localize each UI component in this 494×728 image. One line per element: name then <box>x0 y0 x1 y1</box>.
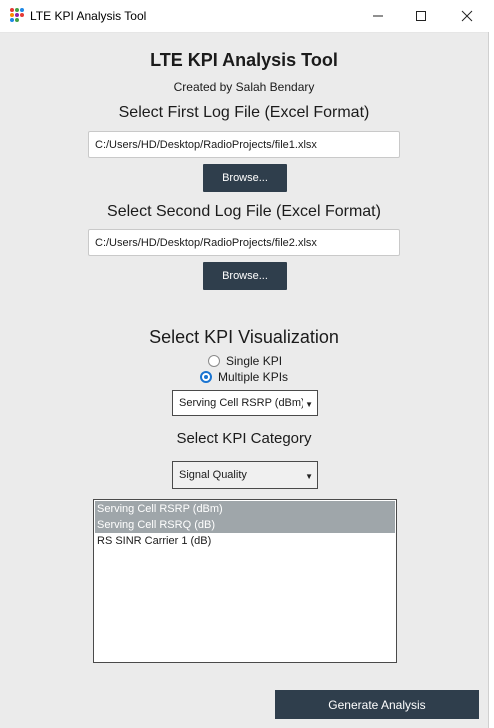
list-item[interactable]: Serving Cell RSRP (dBm) <box>95 501 395 517</box>
dropdown-arrow-icon: ▼ <box>305 472 313 481</box>
category-select-value: Signal Quality <box>179 469 247 481</box>
category-heading: Select KPI Category <box>176 430 312 447</box>
category-select-dropdown[interactable]: Signal Quality ▼ <box>172 461 318 489</box>
close-button[interactable] <box>444 0 490 32</box>
dropdown-arrow-icon: ▼ <box>305 400 313 409</box>
main-panel: LTE KPI Analysis Tool Created by Salah B… <box>0 33 488 728</box>
window-title: LTE KPI Analysis Tool <box>30 9 147 23</box>
file2-heading: Select Second Log File (Excel Format) <box>107 203 381 220</box>
maximize-icon <box>416 11 426 21</box>
list-item[interactable]: RS SINR Carrier 1 (dB) <box>95 533 395 549</box>
file1-path-input[interactable] <box>88 131 400 158</box>
minimize-button[interactable] <box>355 0 401 32</box>
radio-single-kpi-label: Single KPI <box>226 354 283 368</box>
minimize-icon <box>373 15 383 17</box>
file2-path-input[interactable] <box>88 229 400 256</box>
generate-analysis-button[interactable]: Generate Analysis <box>275 690 479 719</box>
list-item[interactable]: Serving Cell RSRQ (dB) <box>95 517 395 533</box>
file1-heading: Select First Log File (Excel Format) <box>118 104 370 121</box>
radio-multiple-kpis-label: Multiple KPIs <box>218 370 289 384</box>
radio-multiple-kpis[interactable]: Multiple KPIs <box>200 369 288 385</box>
page-title: LTE KPI Analysis Tool <box>150 50 338 70</box>
visualization-heading: Select KPI Visualization <box>149 327 339 347</box>
browse-file1-button[interactable]: Browse... <box>203 164 287 192</box>
kpi-listbox[interactable]: Serving Cell RSRP (dBm) Serving Cell RSR… <box>93 499 397 663</box>
kpi-select-value: Serving Cell RSRP (dBm) <box>179 397 303 409</box>
kpi-select-dropdown[interactable]: Serving Cell RSRP (dBm) ▼ <box>172 390 318 416</box>
radio-single-kpi[interactable]: Single KPI <box>208 353 282 369</box>
app-icon <box>10 8 24 22</box>
page-subtitle: Created by Salah Bendary <box>173 80 315 94</box>
radio-unchecked-icon <box>208 355 220 367</box>
radio-checked-icon <box>200 371 212 383</box>
title-bar[interactable]: LTE KPI Analysis Tool <box>0 0 494 33</box>
maximize-button[interactable] <box>398 0 444 32</box>
browse-file2-button[interactable]: Browse... <box>203 262 287 290</box>
window-edge <box>488 32 494 728</box>
close-icon <box>461 10 473 22</box>
